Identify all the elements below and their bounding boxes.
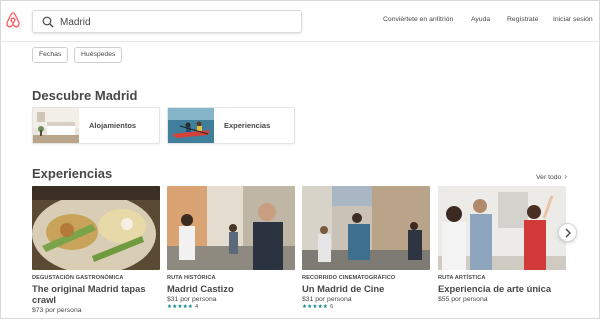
rating-stars-icon: ★★★★★ — [302, 304, 329, 310]
experience-title: Experiencia de arte única — [438, 283, 552, 294]
experience-price: $73 por persona — [32, 307, 82, 314]
discover-title: Descubre Madrid — [32, 88, 138, 103]
experiences-title: Experiencias — [32, 166, 113, 181]
experience-category: RUTA HISTÓRICA — [167, 275, 216, 281]
review-count: 6 — [330, 304, 334, 310]
top-bar: Conviértete en anfitrión Ayuda Regístrat… — [0, 0, 600, 42]
experiences-card[interactable]: Experiencias — [167, 107, 295, 144]
experience-title: Madrid Castizo — [167, 283, 234, 294]
experience-card[interactable]: RUTA HISTÓRICA Madrid Castizo $31 por pe… — [167, 186, 295, 310]
experiences-label: Experiencias — [224, 121, 271, 130]
stays-card[interactable]: Alojamientos — [32, 107, 160, 144]
become-host-link[interactable]: Conviértete en anfitrión — [383, 16, 453, 23]
chevron-right-icon: › — [564, 172, 567, 181]
experience-price: $55 por persona — [438, 296, 488, 303]
experience-title: Un Madrid de Cine — [302, 283, 385, 294]
rating-stars-icon: ★★★★★ — [167, 304, 194, 310]
login-link[interactable]: Iniciar sesión — [553, 16, 593, 23]
experience-title: The original Madrid tapas crawl — [32, 283, 146, 305]
experience-category: RECORRIDO CINEMATOGRÁFICO — [302, 275, 396, 281]
signup-link[interactable]: Regístrate — [507, 16, 538, 23]
art-gallery-photo — [438, 186, 566, 270]
experience-card[interactable]: RUTA ARTÍSTICA Experiencia de arte única… — [438, 186, 566, 303]
experience-category: DEGUSTACIÓN GASTRONÓMICA — [32, 275, 124, 281]
street-tour-photo — [167, 186, 295, 270]
see-all-link[interactable]: Ver todo › — [536, 172, 567, 181]
bedroom-photo — [33, 108, 79, 143]
airbnb-logo-icon[interactable] — [5, 11, 21, 29]
experience-price: $31 por persona — [302, 296, 352, 303]
help-link[interactable]: Ayuda — [471, 16, 490, 23]
see-all-label: Ver todo — [536, 174, 562, 181]
film-tour-photo — [302, 186, 430, 270]
review-count: 4 — [195, 304, 199, 310]
carousel-next-button[interactable] — [558, 223, 577, 242]
rating: ★★★★★ 4 — [167, 304, 295, 310]
dates-filter-button[interactable]: Fechas — [32, 47, 69, 63]
chevron-right-icon — [565, 228, 571, 238]
guests-filter-button[interactable]: Huéspedes — [74, 47, 123, 63]
search-icon — [42, 16, 54, 28]
experience-card[interactable]: RECORRIDO CINEMATOGRÁFICO Un Madrid de C… — [302, 186, 430, 310]
experience-card[interactable]: DEGUSTACIÓN GASTRONÓMICA The original Ma… — [32, 186, 160, 314]
search-bar[interactable] — [32, 10, 302, 33]
stays-label: Alojamientos — [89, 121, 137, 130]
experience-price: $31 por persona — [167, 296, 217, 303]
search-input[interactable] — [60, 14, 295, 30]
kayak-photo — [168, 108, 214, 143]
tapas-photo — [32, 186, 160, 270]
experience-category: RUTA ARTÍSTICA — [438, 275, 486, 281]
rating: ★★★★★ 6 — [302, 304, 430, 310]
